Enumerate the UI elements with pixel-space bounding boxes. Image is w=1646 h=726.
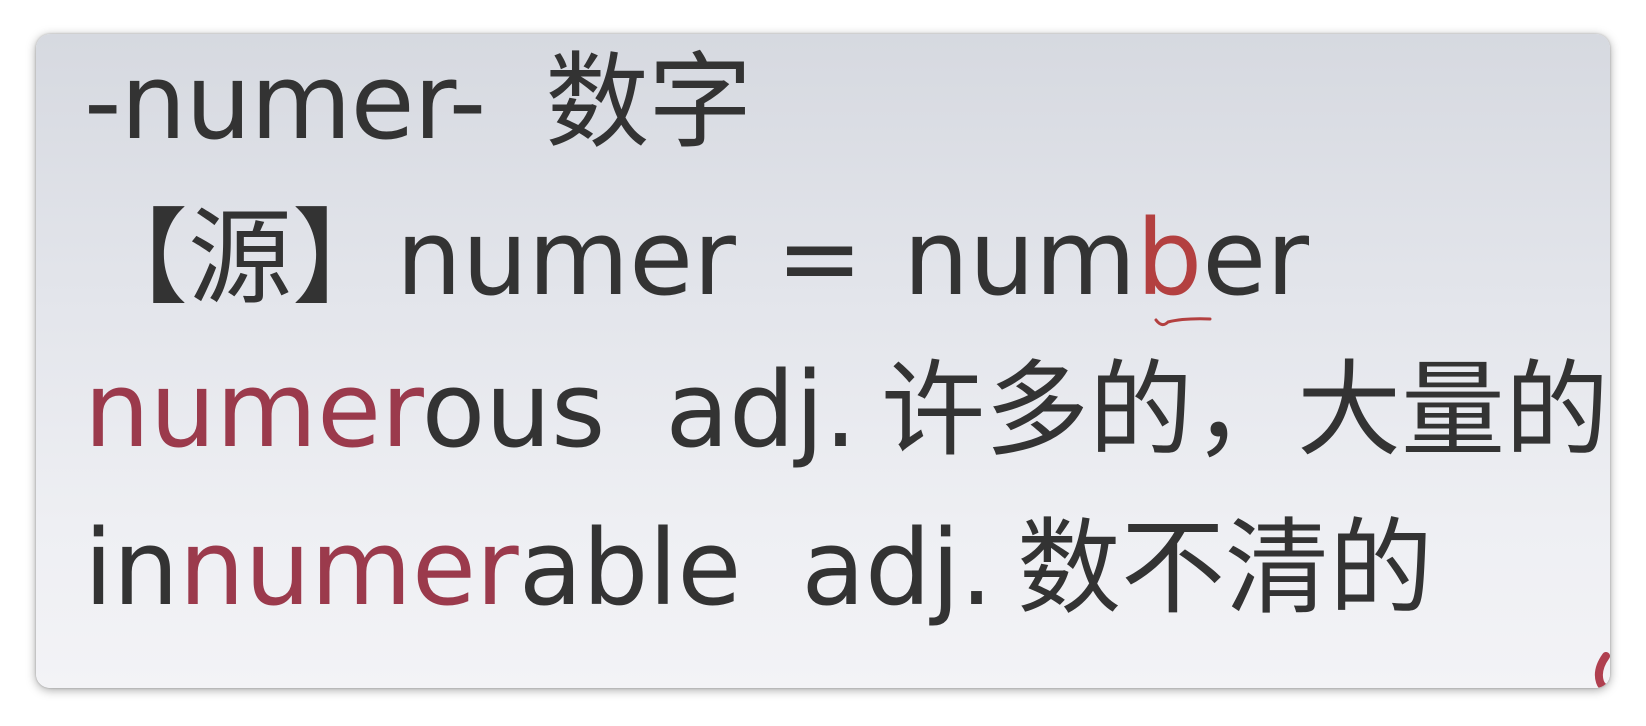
word-prefix: in	[84, 507, 179, 629]
bracket-open: 【	[84, 197, 189, 319]
source-line: 【源】numer = numb er	[84, 206, 1309, 327]
root-meaning: 数字	[545, 41, 752, 163]
root-heading: -numer- 数字	[84, 50, 752, 154]
word-root-highlight: numer	[178, 507, 519, 629]
part-of-speech: adj.	[801, 507, 994, 629]
word-root-highlight: numer	[84, 349, 422, 471]
root-text: -numer-	[84, 41, 486, 163]
source-right-before: num	[903, 197, 1137, 319]
word-entry-numerous: numerous adj. 许多的，大量的	[84, 358, 1609, 462]
marked-letter: b	[1136, 206, 1212, 327]
part-of-speech: adj.	[665, 349, 858, 471]
underline-mark	[1154, 317, 1212, 327]
source-right-after: er	[1202, 197, 1309, 319]
marked-letter-text: b	[1136, 197, 1203, 319]
word-meaning: 数不清的	[1017, 507, 1434, 629]
word-rest: able	[518, 507, 742, 629]
source-label: 源	[188, 197, 293, 319]
bracket-close: 】	[292, 197, 397, 319]
source-left: numer	[396, 197, 736, 319]
word-meaning: 许多的，大量的	[881, 349, 1610, 471]
word-entry-innumerable: innumerable adj. 数不清的	[84, 516, 1433, 620]
pen-stroke-mark	[1594, 652, 1610, 688]
slide-card: -numer- 数字 【源】numer = numb er numerous adj. 许多…	[36, 34, 1610, 688]
equals-sign: =	[775, 197, 864, 319]
word-rest: ous	[421, 349, 606, 471]
